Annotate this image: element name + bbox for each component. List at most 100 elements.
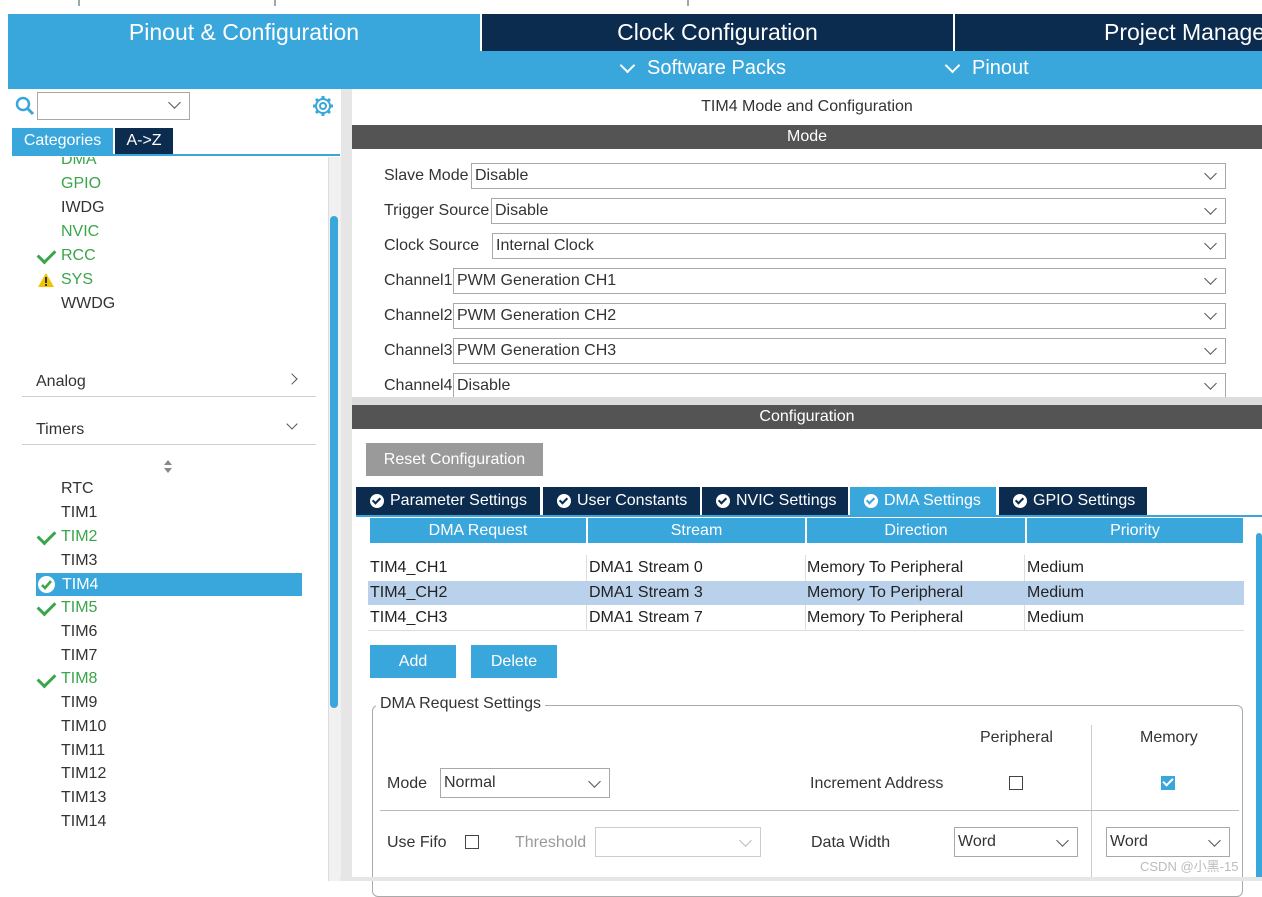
tab-pinout-configuration[interactable]: Pinout & Configuration xyxy=(8,14,480,51)
table-row-1-stream[interactable]: DMA1 Stream 0 xyxy=(589,556,703,580)
memory-width-select[interactable]: Word xyxy=(1106,827,1230,857)
table-row-1-priority[interactable]: Medium xyxy=(1027,556,1084,580)
clock-source-select[interactable]: Internal Clock xyxy=(492,233,1226,259)
timer-item-tim8[interactable]: TIM8 xyxy=(61,670,97,688)
category-item-sys[interactable]: SYS xyxy=(61,271,93,289)
channel3-select[interactable]: PWM Generation CH3 xyxy=(453,338,1226,364)
table-row-1-direction[interactable]: Memory To Peripheral xyxy=(807,556,963,580)
section-analog[interactable]: Analog xyxy=(22,356,316,397)
table-row-3-stream[interactable]: DMA1 Stream 7 xyxy=(589,606,703,630)
pinout-menu[interactable]: Pinout xyxy=(944,57,1029,80)
tab-user-constants[interactable]: User Constants xyxy=(543,487,700,515)
memory-increment-checkbox[interactable] xyxy=(1161,775,1175,790)
chevron-down-icon xyxy=(1056,834,1069,847)
category-item-wwdg[interactable]: WWDG xyxy=(61,295,115,313)
dma-request-settings-group xyxy=(372,705,1243,897)
tab-clock-configuration[interactable]: Clock Configuration xyxy=(482,14,953,51)
tab-parameter-settings[interactable]: Parameter Settings xyxy=(356,487,540,515)
chevron-down-icon xyxy=(1208,834,1221,847)
top-strip-lines xyxy=(274,0,276,6)
panel-splitter[interactable] xyxy=(341,89,352,881)
tab-gpio-settings[interactable]: GPIO Settings xyxy=(999,487,1147,515)
channel1-select[interactable]: PWM Generation CH1 xyxy=(453,268,1226,294)
table-row-2-direction[interactable]: Memory To Peripheral xyxy=(807,581,963,605)
table-row-2-priority[interactable]: Medium xyxy=(1027,581,1084,605)
peripheral-width-select[interactable]: Word xyxy=(954,827,1078,857)
mode-config-splitter[interactable] xyxy=(352,397,1262,405)
use-fifo-checkbox[interactable] xyxy=(465,835,479,849)
tab-dma-settings[interactable]: DMA Settings xyxy=(850,487,996,515)
slave-mode-select[interactable]: Disable xyxy=(471,163,1226,189)
search-icon[interactable] xyxy=(15,96,35,116)
timer-item-tim10[interactable]: TIM10 xyxy=(61,718,106,736)
warning-icon xyxy=(38,273,54,287)
delete-button[interactable]: Delete xyxy=(471,645,557,678)
category-item-iwdg[interactable]: IWDG xyxy=(61,199,105,217)
reset-configuration-button[interactable]: Reset Configuration xyxy=(366,443,543,476)
check-circle-icon xyxy=(370,494,384,508)
table-row-selected-bg xyxy=(368,581,1244,605)
category-item-nvic[interactable]: NVIC xyxy=(61,223,99,241)
timer-item-rtc[interactable]: RTC xyxy=(61,480,94,498)
table-row-3-request[interactable]: TIM4_CH3 xyxy=(370,606,447,630)
chevron-down-icon xyxy=(1204,377,1217,390)
timer-item-tim1[interactable]: TIM1 xyxy=(61,504,97,522)
search-input[interactable] xyxy=(37,92,190,120)
left-scrollbar-thumb[interactable] xyxy=(330,216,338,708)
tabs-underline xyxy=(12,154,340,156)
column-header-stream[interactable]: Stream xyxy=(588,518,805,543)
software-packs-menu[interactable]: Software Packs xyxy=(619,57,786,80)
timer-item-tim5[interactable]: TIM5 xyxy=(61,599,97,617)
timer-item-tim12[interactable]: TIM12 xyxy=(61,765,106,783)
channel3-value: PWM Generation CH3 xyxy=(457,342,617,359)
timer-item-tim6[interactable]: TIM6 xyxy=(61,623,97,641)
tab-categories[interactable]: Categories xyxy=(12,128,113,154)
channel4-select[interactable]: Disable xyxy=(453,373,1226,397)
trigger-source-select[interactable]: Disable xyxy=(491,198,1226,224)
table-row-3-priority[interactable]: Medium xyxy=(1027,606,1084,630)
table-row-2-request[interactable]: TIM4_CH2 xyxy=(370,581,447,605)
section-timers[interactable]: Timers xyxy=(22,404,316,445)
column-header-priority[interactable]: Priority xyxy=(1027,518,1243,543)
channel1-label: Channel1 xyxy=(384,272,453,289)
gear-icon[interactable] xyxy=(312,95,334,117)
channel2-select[interactable]: PWM Generation CH2 xyxy=(453,303,1226,329)
threshold-select[interactable] xyxy=(595,827,761,857)
tab-project-manager[interactable]: Project Manage xyxy=(955,14,1262,51)
timer-item-tim14[interactable]: TIM14 xyxy=(61,813,106,831)
column-header-dma-request[interactable]: DMA Request xyxy=(370,518,586,543)
table-row-3-direction[interactable]: Memory To Peripheral xyxy=(807,606,963,630)
peripheral-increment-checkbox[interactable] xyxy=(1009,776,1023,790)
timer-item-tim9[interactable]: TIM9 xyxy=(61,694,97,712)
software-packs-label: Software Packs xyxy=(647,57,786,79)
table-row-1-request[interactable]: TIM4_CH1 xyxy=(370,556,447,580)
top-strip xyxy=(0,0,1262,14)
chevron-down-icon xyxy=(1204,342,1217,355)
tab-a-z[interactable]: A->Z xyxy=(115,128,173,154)
column-divider xyxy=(1091,725,1092,881)
category-item-rcc[interactable]: RCC xyxy=(61,247,96,265)
sort-icon[interactable] xyxy=(162,459,174,474)
timer-item-tim13[interactable]: TIM13 xyxy=(61,789,106,807)
timer-item-tim4[interactable]: TIM4 xyxy=(62,576,98,594)
timer-item-tim3[interactable]: TIM3 xyxy=(61,552,97,570)
channel2-value: PWM Generation CH2 xyxy=(457,307,617,324)
mode-select[interactable]: Normal xyxy=(440,768,610,798)
right-scrollbar-thumb[interactable] xyxy=(1256,533,1262,881)
add-button[interactable]: Add xyxy=(370,645,456,678)
channel2-label: Channel2 xyxy=(384,307,453,324)
category-item-gpio[interactable]: GPIO xyxy=(61,175,101,193)
peripheral-header: Peripheral xyxy=(980,729,1053,746)
timer-item-tim2[interactable]: TIM2 xyxy=(61,528,97,546)
chevron-down-icon xyxy=(1204,237,1217,250)
channel3-label: Channel3 xyxy=(384,342,453,359)
timer-item-tim11[interactable]: TIM11 xyxy=(61,742,105,760)
table-row-2-stream[interactable]: DMA1 Stream 3 xyxy=(589,581,703,605)
timer-item-tim7[interactable]: TIM7 xyxy=(61,647,97,665)
category-item-dma[interactable]: DMA xyxy=(61,157,97,169)
channel1-value: PWM Generation CH1 xyxy=(457,272,617,289)
channel4-label: Channel4 xyxy=(384,377,453,394)
tab-nvic-settings[interactable]: NVIC Settings xyxy=(702,487,848,515)
section-timers-label: Timers xyxy=(36,421,85,438)
column-header-direction[interactable]: Direction xyxy=(807,518,1025,543)
